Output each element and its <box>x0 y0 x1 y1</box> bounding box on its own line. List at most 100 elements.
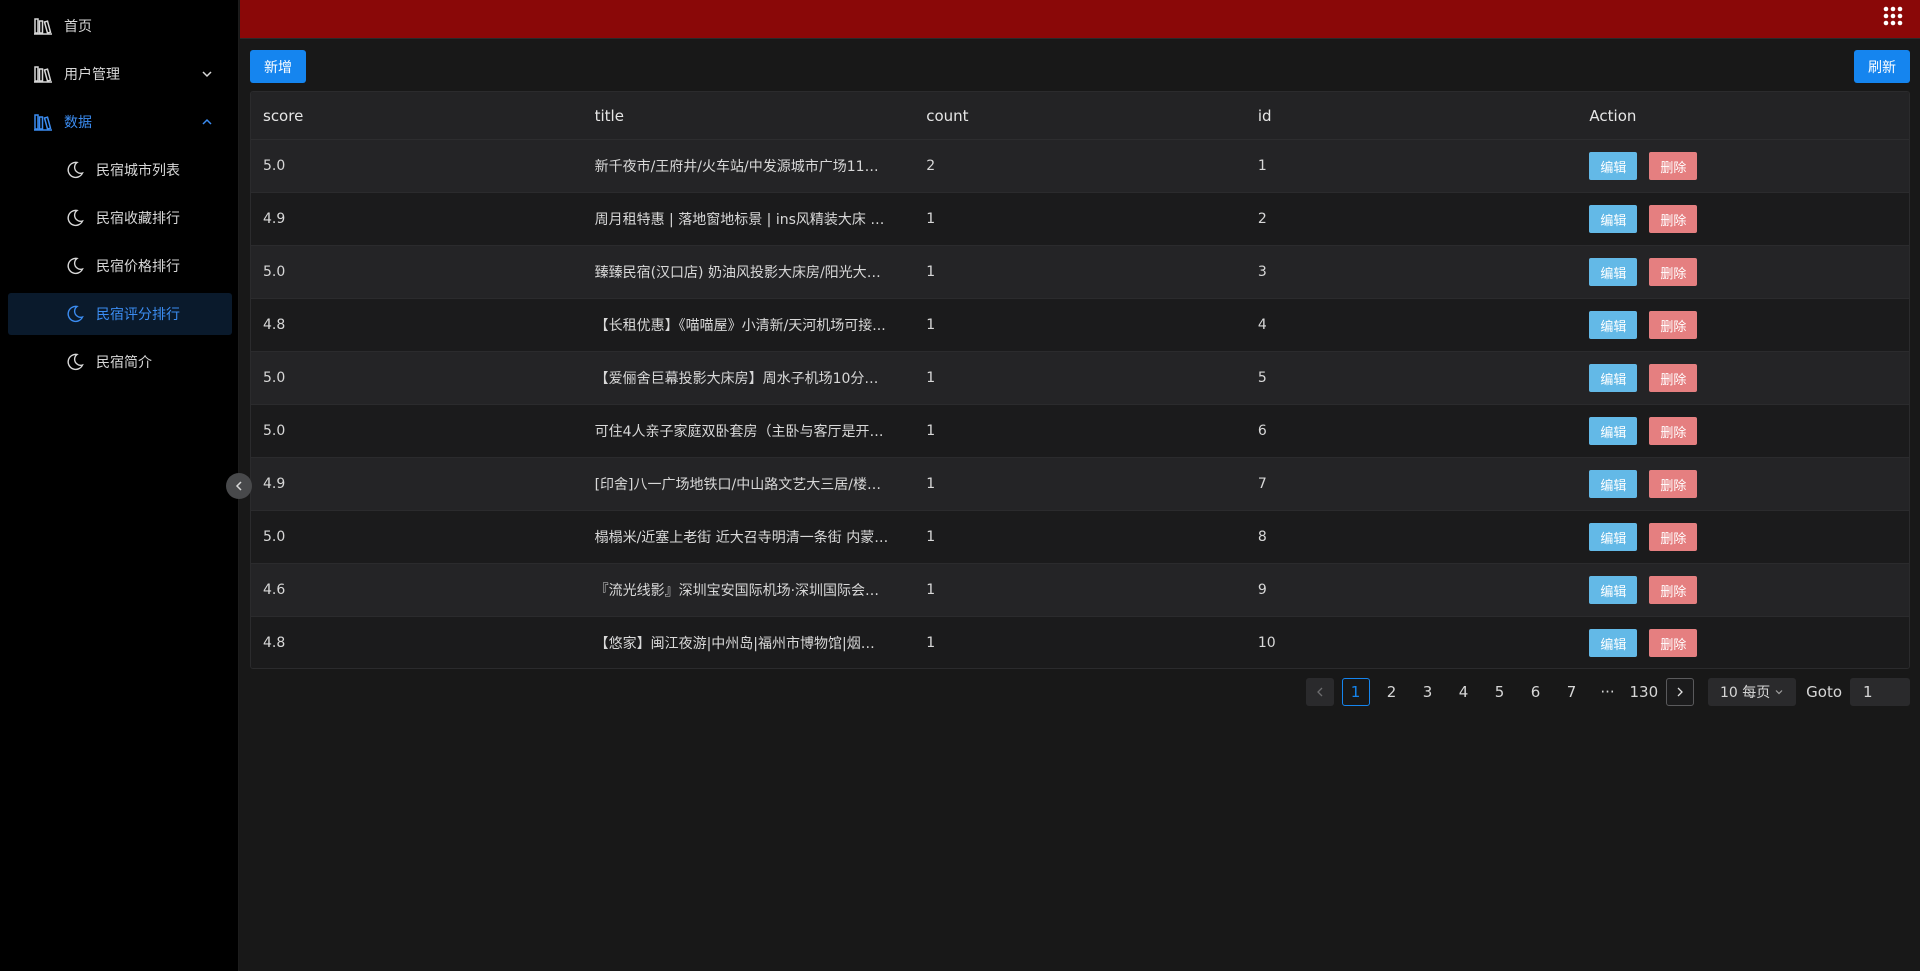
column-header-title: title <box>594 106 624 125</box>
sidebar-item-home[interactable]: 首页 <box>8 5 232 47</box>
library-icon <box>32 63 54 85</box>
cell-id: 6 <box>1257 423 1267 439</box>
edit-button[interactable]: 编辑 <box>1589 576 1638 604</box>
edit-button[interactable]: 编辑 <box>1589 523 1638 551</box>
chevron-left-icon <box>1316 687 1322 697</box>
delete-button[interactable]: 删除 <box>1649 523 1698 551</box>
cell-action: 编辑 删除 <box>1577 311 1909 339</box>
delete-button[interactable]: 删除 <box>1649 629 1698 657</box>
sidebar-item-score-rank[interactable]: 民宿评分排行 <box>8 293 232 335</box>
table-row: 4.8 【悠家】闽江夜游|中州岛|福州市博物馆|烟台山... 1 10 编辑 删除 <box>251 617 1909 668</box>
table-row: 5.0 臻臻民宿(汉口店) 奶油风投影大床房/阳光大露... 1 3 编辑 删除 <box>251 246 1909 299</box>
page-number[interactable]: 4 <box>1450 678 1478 706</box>
sidebar-item-user-management[interactable]: 用户管理 <box>8 53 232 95</box>
library-icon <box>32 111 54 133</box>
edit-button[interactable]: 编辑 <box>1589 470 1638 498</box>
cell-action: 编辑 删除 <box>1577 364 1909 392</box>
cell-title: 可住4人亲子家庭双卧套房（主卧与客厅是开放... <box>594 424 897 440</box>
apps-grid-icon[interactable] <box>1882 5 1904 27</box>
edit-button[interactable]: 编辑 <box>1589 417 1638 445</box>
page-number[interactable]: 1 <box>1341 678 1370 706</box>
cell-title: 周月租特惠 | 落地窗地标景 | ins风精装大床 | ... <box>594 212 893 228</box>
cell-id: 1 <box>1257 158 1267 174</box>
page-number[interactable]: 3 <box>1414 678 1442 706</box>
cell-id: 9 <box>1257 582 1267 598</box>
sidebar-item-city-list[interactable]: 民宿城市列表 <box>8 149 232 191</box>
page-size-value: 10 每页 <box>1720 685 1771 701</box>
cell-count: 1 <box>926 476 936 492</box>
delete-button[interactable]: 删除 <box>1649 364 1698 392</box>
cell-score: 5.0 <box>263 158 286 174</box>
sidebar-item-label: 民宿简介 <box>96 355 152 371</box>
edit-button[interactable]: 编辑 <box>1589 364 1638 392</box>
delete-button[interactable]: 删除 <box>1649 470 1698 498</box>
refresh-button[interactable]: 刷新 <box>1854 50 1910 83</box>
page-number[interactable]: 130 <box>1630 678 1659 706</box>
prev-page-button[interactable] <box>1305 678 1334 706</box>
sidebar-item-label: 民宿收藏排行 <box>96 211 180 227</box>
sidebar-item-label: 用户管理 <box>64 67 120 83</box>
cell-action: 编辑 删除 <box>1577 576 1909 604</box>
sidebar-item-data[interactable]: 数据 <box>8 101 232 143</box>
delete-button[interactable]: 删除 <box>1649 417 1698 445</box>
cell-title: 榻榻米/近塞上老街 近大召寺明清一条街 内蒙古... <box>594 530 902 546</box>
cell-title: 【悠家】闽江夜游|中州岛|福州市博物馆|烟台山... <box>594 636 903 652</box>
cell-action: 编辑 删除 <box>1577 523 1909 551</box>
cell-score: 4.9 <box>263 211 286 227</box>
cell-id: 2 <box>1257 211 1267 227</box>
cell-score: 5.0 <box>263 264 286 280</box>
table-row: 5.0 可住4人亲子家庭双卧套房（主卧与客厅是开放... 1 6 编辑 删除 <box>251 405 1909 458</box>
cell-action: 编辑 删除 <box>1577 629 1909 657</box>
edit-button[interactable]: 编辑 <box>1589 205 1638 233</box>
table-row: 5.0 榻榻米/近塞上老街 近大召寺明清一条街 内蒙古... 1 8 编辑 删除 <box>251 511 1909 564</box>
page-ellipsis[interactable]: ··· <box>1594 678 1622 706</box>
page-size-select[interactable]: 10 每页 <box>1708 678 1797 706</box>
edit-button[interactable]: 编辑 <box>1589 311 1638 339</box>
cell-count: 1 <box>926 423 936 439</box>
table-header: score title count id Action <box>251 92 1909 140</box>
edit-button[interactable]: 编辑 <box>1589 258 1638 286</box>
next-page-button[interactable] <box>1666 678 1695 706</box>
cell-score: 5.0 <box>263 370 286 386</box>
sidebar-item-label: 民宿价格排行 <box>96 259 180 275</box>
cell-count: 2 <box>926 158 936 174</box>
sidebar-item-price-rank[interactable]: 民宿价格排行 <box>8 245 232 287</box>
sidebar-item-intro[interactable]: 民宿简介 <box>8 341 232 383</box>
goto-input[interactable] <box>1850 678 1910 706</box>
cell-score: 4.6 <box>263 582 286 598</box>
goto-label: Goto <box>1806 683 1842 701</box>
delete-button[interactable]: 删除 <box>1649 576 1698 604</box>
sidebar-item-label: 民宿评分排行 <box>96 307 180 323</box>
cell-id: 8 <box>1257 529 1267 545</box>
cell-action: 编辑 删除 <box>1577 258 1909 286</box>
table-row: 5.0 新千夜市/王府井/火车站/中发源城市广场11号楼 2 1 编辑 删除 <box>251 140 1909 193</box>
delete-button[interactable]: 删除 <box>1649 258 1698 286</box>
cell-action: 编辑 删除 <box>1577 470 1909 498</box>
cell-id: 4 <box>1257 317 1267 333</box>
cell-score: 4.8 <box>263 317 286 333</box>
cell-title: [印舍]八一广场地铁口/中山路文艺大三居/楼下... <box>594 477 895 493</box>
sidebar-item-favorites-rank[interactable]: 民宿收藏排行 <box>8 197 232 239</box>
page-number[interactable]: 7 <box>1558 678 1586 706</box>
sidebar-item-label: 数据 <box>64 115 92 131</box>
cell-id: 5 <box>1257 370 1267 386</box>
cell-title: 【长租优惠】《喵喵屋》小清新/天河机场可接... <box>594 318 886 334</box>
delete-button[interactable]: 删除 <box>1649 152 1698 180</box>
page-number[interactable]: 6 <box>1522 678 1550 706</box>
delete-button[interactable]: 删除 <box>1649 205 1698 233</box>
moon-icon <box>64 351 86 373</box>
page-number[interactable]: 2 <box>1378 678 1406 706</box>
moon-icon <box>64 159 86 181</box>
delete-button[interactable]: 删除 <box>1649 311 1698 339</box>
sidebar: 首页 用户管理 数据 民宿城市列表 民宿收藏排行 民宿价格排行 民宿评分排行 民… <box>0 0 239 971</box>
collapse-sidebar-button[interactable] <box>226 473 252 499</box>
edit-button[interactable]: 编辑 <box>1589 629 1638 657</box>
cell-action: 编辑 删除 <box>1577 152 1909 180</box>
edit-button[interactable]: 编辑 <box>1589 152 1638 180</box>
add-button[interactable]: 新增 <box>250 50 306 83</box>
table-row: 5.0 【爱俪舍巨幕投影大床房】周水子机场10分钟，... 1 5 编辑 删除 <box>251 352 1909 405</box>
chevron-up-icon <box>200 115 214 129</box>
page-number[interactable]: 5 <box>1486 678 1514 706</box>
moon-icon <box>64 207 86 229</box>
cell-score: 5.0 <box>263 529 286 545</box>
